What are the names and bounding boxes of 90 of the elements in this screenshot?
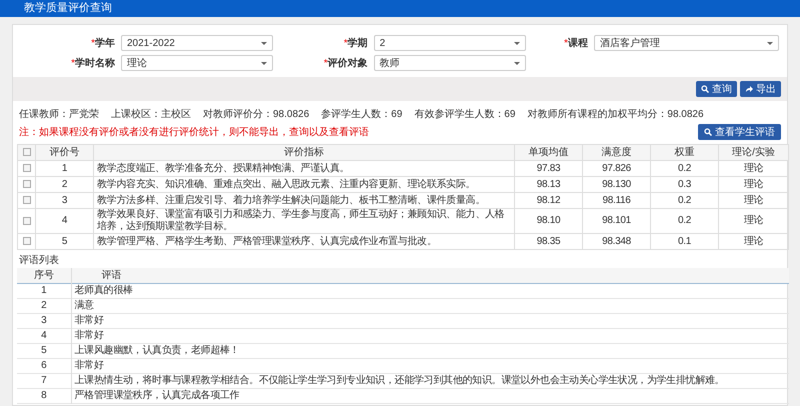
summary-text: 上课校区：主校区: [111, 108, 191, 122]
checkbox[interactable]: [22, 164, 30, 172]
summary-text: 对教师所有课程的加权平均分：98.0826: [527, 108, 704, 122]
summary-text: 参评学生人数：69: [321, 108, 402, 122]
search-icon: [704, 128, 712, 136]
caret-icon: [514, 42, 520, 44]
table-cell: 98.348: [582, 234, 650, 250]
table-cell: 上课风趣幽默，认真负责，老师超棒！: [71, 344, 789, 358]
table-cell: 1: [36, 160, 94, 176]
dropdown-field[interactable]: 理论: [121, 55, 273, 71]
warning-note: 注：如果课程没有评价或者没有进行评价统计，则不能导出，查询以及查看评语: [19, 126, 369, 140]
search-icon: [701, 85, 709, 93]
section-title: 评语列表: [18, 254, 60, 268]
table-cell: 1: [17, 284, 71, 298]
table-cell: 2: [36, 176, 94, 192]
column-header: 评价指标: [94, 144, 514, 160]
table-cell: 98.13: [514, 176, 582, 192]
field-label: *学期: [342, 36, 369, 50]
field-label: *学年: [90, 36, 116, 50]
table-cell: 98.35: [514, 234, 582, 250]
dropdown-field[interactable]: 酒店客户管理: [594, 35, 779, 51]
table-cell: 教学方法多样、注重启发引导、着力培养学生解决问题能力、板书工整清晰、课件质量高。: [94, 192, 514, 208]
table-cell: 0.2: [650, 160, 718, 176]
caret-icon: [514, 62, 520, 64]
column-header: 评价号: [36, 144, 94, 160]
table-cell: 3: [36, 192, 94, 208]
view-comments-button[interactable]: 查看学生评语: [698, 124, 781, 140]
table-cell: 教学态度端正、教学准备充分、授课精神饱满、严谨认真。: [94, 160, 514, 176]
table-cell: 0.2: [650, 192, 718, 208]
summary-text: 对教师评价分：98.0826: [203, 108, 310, 122]
table-cell: 非常好: [71, 358, 789, 374]
table-cell: 98.12: [514, 192, 582, 208]
dropdown-field[interactable]: 2: [374, 35, 526, 51]
column-header: 理论/实验: [718, 144, 788, 160]
table-cell: 0.3: [650, 176, 718, 192]
table-cell: 教学内容充实、知识准确、重难点突出、融入思政元素、注重内容更新、理论联系实际。: [94, 176, 514, 192]
caret-icon: [767, 42, 773, 44]
table-cell: 97.83: [514, 160, 582, 176]
column-header: 评语: [71, 268, 789, 284]
checkbox[interactable]: [22, 237, 30, 246]
table-cell: 满意: [71, 298, 789, 314]
column-header: 满意度: [582, 144, 650, 160]
checkbox[interactable]: [22, 196, 30, 204]
table-cell: 非常好: [71, 328, 789, 344]
table-cell: 4: [36, 208, 94, 234]
caret-icon: [261, 42, 267, 44]
column-header: 权重: [650, 144, 718, 160]
field-label: *学时名称: [70, 56, 116, 70]
checkbox[interactable]: [22, 148, 30, 156]
table-cell: 老师真的很棒: [71, 284, 789, 298]
table-cell: 98.10: [514, 208, 582, 234]
table-cell: 5: [36, 234, 94, 250]
field-label: *课程: [563, 36, 589, 50]
window-title: 教学质量评价查询: [24, 1, 112, 16]
table-cell: 非常好: [71, 314, 789, 328]
table-cell: 7: [17, 374, 71, 388]
table-cell: 0.2: [650, 208, 718, 234]
table-cell: 教学管理严格、严格学生考勤、严格管理课堂秩序、认真完成作业布置与批改。: [94, 234, 514, 250]
field-label: *评价对象: [322, 56, 369, 70]
table-cell: 8: [17, 388, 71, 404]
table-cell: 5: [17, 344, 71, 358]
table-cell: 理论: [718, 176, 788, 192]
table-cell: 严格管理课堂秩序，认真完成各项工作: [71, 388, 789, 404]
table-cell: 98.130: [582, 176, 650, 192]
dropdown-field[interactable]: 教师: [374, 55, 526, 71]
summary-text: 任课教师：严党荣: [19, 108, 99, 122]
table-cell: 2: [17, 298, 71, 314]
summary-text: 有效参评学生人数：69: [414, 108, 516, 122]
table-cell: 上课热情生动，将时事与课程教学相结合。不仅能让学生学习到专业知识，还能学习到其他的知识。课堂以外也会主动关心学生状况，为学生排忧解难。: [71, 374, 789, 388]
column-header: 单项均值: [514, 144, 582, 160]
checkbox[interactable]: [22, 216, 30, 225]
table-cell: 理论: [718, 192, 788, 208]
table-cell: 3: [17, 314, 71, 328]
dropdown-field[interactable]: 2021-2022: [121, 35, 273, 51]
table-cell: 理论: [718, 208, 788, 234]
caret-icon: [261, 62, 267, 64]
table-cell: 0.1: [650, 234, 718, 250]
share-arrow-icon: [745, 85, 753, 93]
table-cell: 6: [17, 358, 71, 374]
table-cell: 98.116: [582, 192, 650, 208]
table-cell: 4: [17, 328, 71, 344]
table-cell: 97.826: [582, 160, 650, 176]
table-cell: 98.101: [582, 208, 650, 234]
column-header[interactable]: 序号: [17, 268, 71, 284]
table-cell: 教学效果良好、课堂富有吸引力和感染力、学生参与度高，师生互动好；兼顾知识、能力、人格培养，达到预期课堂教学目标。: [94, 208, 514, 234]
export-button[interactable]: 导出: [740, 81, 781, 97]
table-cell: 理论: [718, 234, 788, 250]
checkbox[interactable]: [22, 180, 30, 188]
table-cell: 理论: [718, 160, 788, 176]
search-button[interactable]: 查询: [696, 81, 737, 97]
